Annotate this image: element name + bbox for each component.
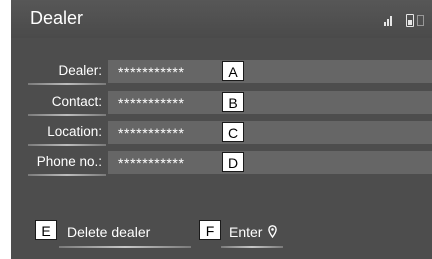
callout-e: E — [35, 220, 57, 240]
contact-label: Contact: — [51, 94, 102, 109]
callout-a: A — [222, 61, 244, 81]
button-underline — [221, 246, 283, 248]
callout-d: D — [222, 152, 244, 172]
delete-dealer-label: Delete dealer — [67, 224, 151, 240]
label-underline — [28, 174, 106, 176]
label-underline — [28, 83, 106, 85]
status-bar — [384, 14, 424, 27]
callout-f: F — [199, 220, 221, 240]
page-title: Dealer — [30, 8, 84, 28]
button-underline — [59, 246, 191, 248]
battery-icon — [406, 14, 414, 27]
enter-button[interactable]: Enter — [221, 222, 283, 248]
label-underline — [28, 144, 106, 146]
signal-icon — [384, 14, 394, 26]
location-value: *********** — [118, 125, 185, 141]
callout-b: B — [222, 92, 244, 112]
label-underline — [28, 114, 106, 116]
dealer-value: *********** — [118, 64, 185, 80]
phone-value: *********** — [118, 155, 185, 171]
callout-c: C — [222, 122, 244, 142]
contact-value: *********** — [118, 95, 185, 111]
title-bar: Dealer — [11, 0, 432, 38]
phone-icon — [417, 15, 424, 26]
delete-dealer-button[interactable]: Delete dealer — [59, 222, 191, 248]
phone-label: Phone no.: — [36, 154, 102, 169]
map-pin-icon — [268, 225, 278, 238]
enter-label: Enter — [229, 224, 263, 240]
location-label: Location: — [47, 124, 102, 139]
dealer-label: Dealer: — [58, 63, 102, 78]
